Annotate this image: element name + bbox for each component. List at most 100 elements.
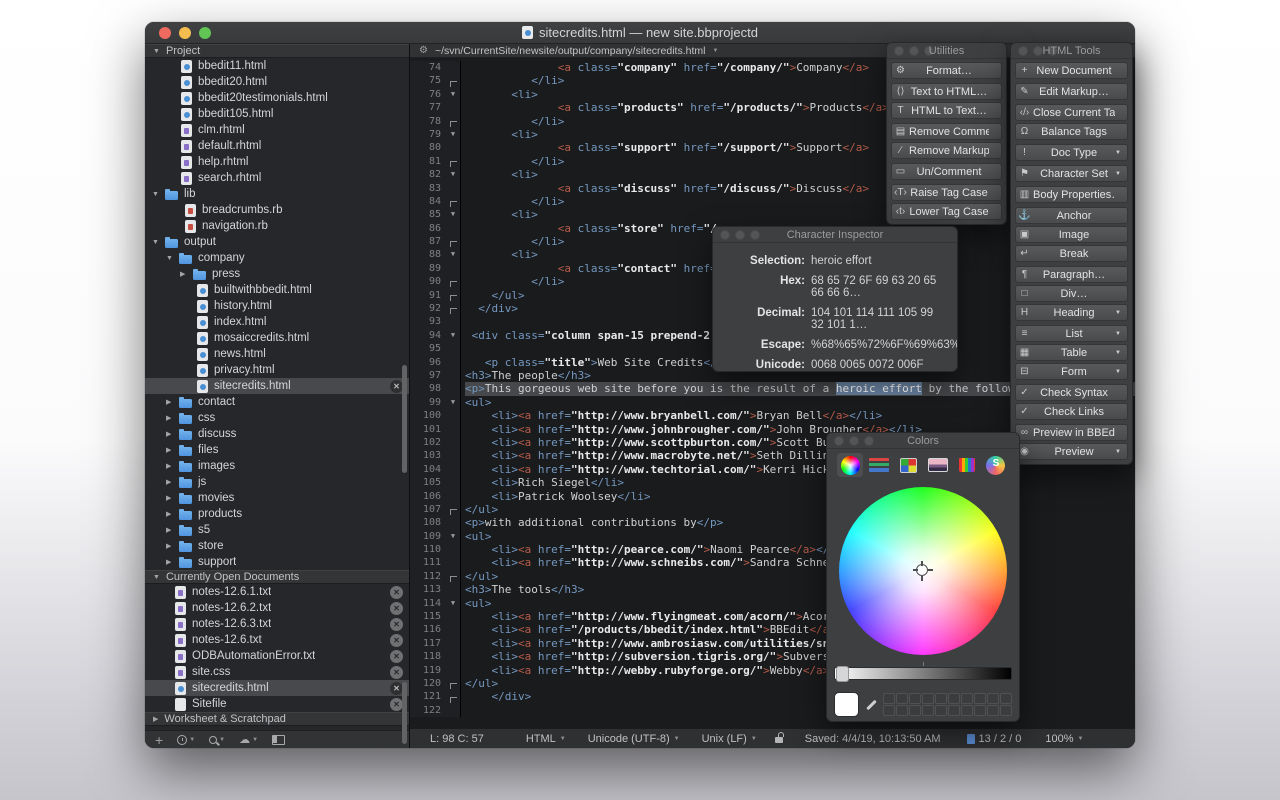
format-button[interactable]: ⚙ Format… bbox=[891, 62, 1002, 79]
sidebar-item-press[interactable]: ▶ press bbox=[145, 266, 409, 282]
close-window-button[interactable] bbox=[159, 26, 171, 39]
sidebar-item-mosaiccredits-html[interactable]: mosaiccredits.html bbox=[145, 330, 409, 346]
code-text[interactable]: <li>Rich Siegel</li> bbox=[465, 476, 1135, 489]
sidebar-item-notes-12-6-txt[interactable]: notes-12.6.txt ✕ bbox=[145, 632, 409, 648]
sidebar-item-output[interactable]: ▼ output bbox=[145, 234, 409, 250]
eyedropper-icon[interactable] bbox=[865, 698, 877, 712]
code-text[interactable]: <li><a href="/products/bbedit/index.html… bbox=[465, 623, 1135, 636]
code-line-113[interactable]: 113 <h3>The tools</h3> bbox=[410, 583, 1135, 597]
code-text[interactable] bbox=[465, 704, 1135, 717]
code-line-122[interactable]: 122 bbox=[410, 703, 1135, 718]
swatch-cell[interactable] bbox=[883, 705, 895, 716]
color-wheel[interactable] bbox=[839, 487, 1007, 655]
code-text[interactable]: </ul> bbox=[465, 570, 1135, 583]
fold-open-icon[interactable]: ▼ bbox=[446, 248, 461, 262]
fold-open-icon[interactable]: ▼ bbox=[446, 328, 461, 343]
open-documents-scrollbar-thumb[interactable] bbox=[402, 682, 407, 744]
colors-palette-titlebar[interactable]: Colors bbox=[827, 433, 1019, 449]
disclosure-triangle-icon[interactable]: ▶ bbox=[166, 446, 179, 454]
code-text[interactable]: <ul> bbox=[465, 597, 1135, 610]
zoom-menu[interactable]: 100% ▼ bbox=[1045, 733, 1083, 745]
character-set-button[interactable]: ⚑ Character Set ▼ bbox=[1015, 165, 1128, 182]
sidebar-item-help-rhtml[interactable]: help.rhtml bbox=[145, 154, 409, 170]
code-line-107[interactable]: 107 </ul> bbox=[410, 502, 1135, 517]
swatch-cell[interactable] bbox=[896, 705, 908, 716]
disclosure-triangle-icon[interactable]: ▶ bbox=[166, 526, 179, 534]
sidebar-item-bbedit105-html[interactable]: bbedit105.html bbox=[145, 106, 409, 122]
code-line-109[interactable]: 109 ▼ <ul> bbox=[410, 529, 1135, 544]
swatch-cell[interactable] bbox=[909, 693, 921, 704]
character-inspector-titlebar[interactable]: Character Inspector bbox=[713, 227, 957, 243]
image-button[interactable]: ▣ Image bbox=[1015, 226, 1128, 243]
sidebar-item-css[interactable]: ▶ css bbox=[145, 410, 409, 426]
add-button[interactable]: + bbox=[155, 732, 163, 748]
code-line-116[interactable]: 116 <li><a href="/products/bbedit/index.… bbox=[410, 623, 1135, 637]
sidebar-item-search-rhtml[interactable]: search.rhtml bbox=[145, 170, 409, 186]
sidebar-item-files[interactable]: ▶ files bbox=[145, 442, 409, 458]
remove-markup-button[interactable]: ∕ Remove Markup bbox=[891, 142, 1002, 159]
sidebar-item-bbedit20testimonials-html[interactable]: bbedit20testimonials.html bbox=[145, 90, 409, 106]
code-line-105[interactable]: 105 <li>Rich Siegel</li> bbox=[410, 476, 1135, 490]
swatch-cell[interactable] bbox=[909, 705, 921, 716]
sidebar-item-support[interactable]: ▶ support bbox=[145, 554, 409, 570]
close-icon[interactable]: ✕ bbox=[390, 633, 403, 647]
code-text[interactable]: </div> bbox=[465, 690, 1135, 703]
path-dropdown-arrow-icon[interactable]: ▼ bbox=[712, 48, 718, 54]
pencils-tab[interactable] bbox=[954, 453, 980, 477]
close-icon[interactable]: ✕ bbox=[390, 617, 403, 631]
sidebar-item-breadcrumbs-rb[interactable]: breadcrumbs.rb bbox=[145, 202, 409, 218]
swatch-cell[interactable] bbox=[935, 693, 947, 704]
swatch-cell[interactable] bbox=[1000, 705, 1012, 716]
swatch-cell[interactable] bbox=[922, 693, 934, 704]
palette-window-buttons[interactable] bbox=[1018, 45, 1058, 56]
open-documents-section-header[interactable]: ▼ Currently Open Documents bbox=[145, 570, 409, 584]
code-line-118[interactable]: 118 <li><a href="http://subversion.tigri… bbox=[410, 650, 1135, 664]
disclosure-triangle-icon[interactable]: ▶ bbox=[166, 398, 179, 406]
search-button[interactable]: ▼ bbox=[209, 735, 225, 744]
sidebar-item-builtwithbbedit-html[interactable]: builtwithbbedit.html bbox=[145, 282, 409, 298]
lower-tag-case-button[interactable]: ‹t› Lower Tag Case bbox=[891, 203, 1002, 220]
text-to-html-button[interactable]: ⟨⟩ Text to HTML… bbox=[891, 83, 1002, 100]
sidebar-item-clm-rhtml[interactable]: clm.rhtml bbox=[145, 122, 409, 138]
code-text[interactable]: <li><a href="http://subversion.tigris.or… bbox=[465, 650, 1135, 663]
disclosure-triangle-icon[interactable]: ▶ bbox=[180, 270, 193, 278]
color-wheel-tab[interactable] bbox=[837, 453, 863, 477]
swatch-cell[interactable] bbox=[974, 705, 986, 716]
list-button[interactable]: ≡ List ▼ bbox=[1015, 325, 1128, 342]
palette-window-buttons[interactable] bbox=[834, 435, 874, 446]
heading-button[interactable]: H Heading ▼ bbox=[1015, 304, 1128, 321]
image-palettes-tab[interactable] bbox=[925, 453, 951, 477]
recent-documents-button[interactable]: ▼ bbox=[177, 734, 195, 745]
sidebar-item-sitecredits-html[interactable]: sitecredits.html ✕ bbox=[145, 378, 409, 394]
disclosure-triangle-icon[interactable]: ▶ bbox=[166, 494, 179, 502]
edit-markup-button[interactable]: ✎ Edit Markup… bbox=[1015, 83, 1128, 100]
sidebar-item-lib[interactable]: ▼ lib bbox=[145, 186, 409, 202]
code-line-112[interactable]: 112 </ul> bbox=[410, 569, 1135, 584]
sidebar-item-notes-12-6-3-txt[interactable]: notes-12.6.3.txt ✕ bbox=[145, 616, 409, 632]
code-text[interactable]: <li><a href="http://www.schneibs.com/">S… bbox=[465, 556, 1135, 569]
fold-open-icon[interactable]: ▼ bbox=[446, 395, 461, 410]
sidebar-item-contact[interactable]: ▶ contact bbox=[145, 394, 409, 410]
code-line-120[interactable]: 120 </ul> bbox=[410, 676, 1135, 691]
un-comment-button[interactable]: ▭ Un/Comment bbox=[891, 163, 1002, 180]
remove-comments-button[interactable]: ▤Remove Comments bbox=[891, 123, 1002, 140]
toggle-sidebar-button[interactable] bbox=[272, 734, 286, 745]
code-line-110[interactable]: 110 <li><a href="http://pearce.com/">Nao… bbox=[410, 543, 1135, 557]
fold-open-icon[interactable]: ▼ bbox=[446, 87, 461, 102]
code-text[interactable]: <li><a href="http://www.ambrosiasw.com/u… bbox=[465, 637, 1135, 650]
fold-open-icon[interactable]: ▼ bbox=[446, 127, 461, 142]
code-text[interactable]: <li><a href="http://www.flyingmeat.com/a… bbox=[465, 610, 1135, 623]
title-bar[interactable]: sitecredits.html — new site.bbprojectd bbox=[145, 22, 1135, 44]
code-line-106[interactable]: 106 <li>Patrick Woolsey</li> bbox=[410, 489, 1135, 503]
swatch-cell[interactable] bbox=[987, 693, 999, 704]
sidebar-item-company[interactable]: ▼ company bbox=[145, 250, 409, 266]
swatch-cell[interactable] bbox=[948, 693, 960, 704]
close-icon[interactable]: ✕ bbox=[390, 665, 403, 679]
code-text[interactable]: <li>Patrick Woolsey</li> bbox=[465, 490, 1135, 503]
code-line-111[interactable]: 111 <li><a href="http://www.schneibs.com… bbox=[410, 556, 1135, 570]
close-icon[interactable]: ✕ bbox=[390, 649, 403, 663]
disclosure-triangle-icon[interactable]: ▼ bbox=[152, 239, 165, 246]
sidebar-item-sitefile[interactable]: Sitefile ✕ bbox=[145, 696, 409, 712]
fold-open-icon[interactable]: ▼ bbox=[446, 208, 461, 222]
code-text[interactable]: <ul> bbox=[465, 530, 1135, 543]
